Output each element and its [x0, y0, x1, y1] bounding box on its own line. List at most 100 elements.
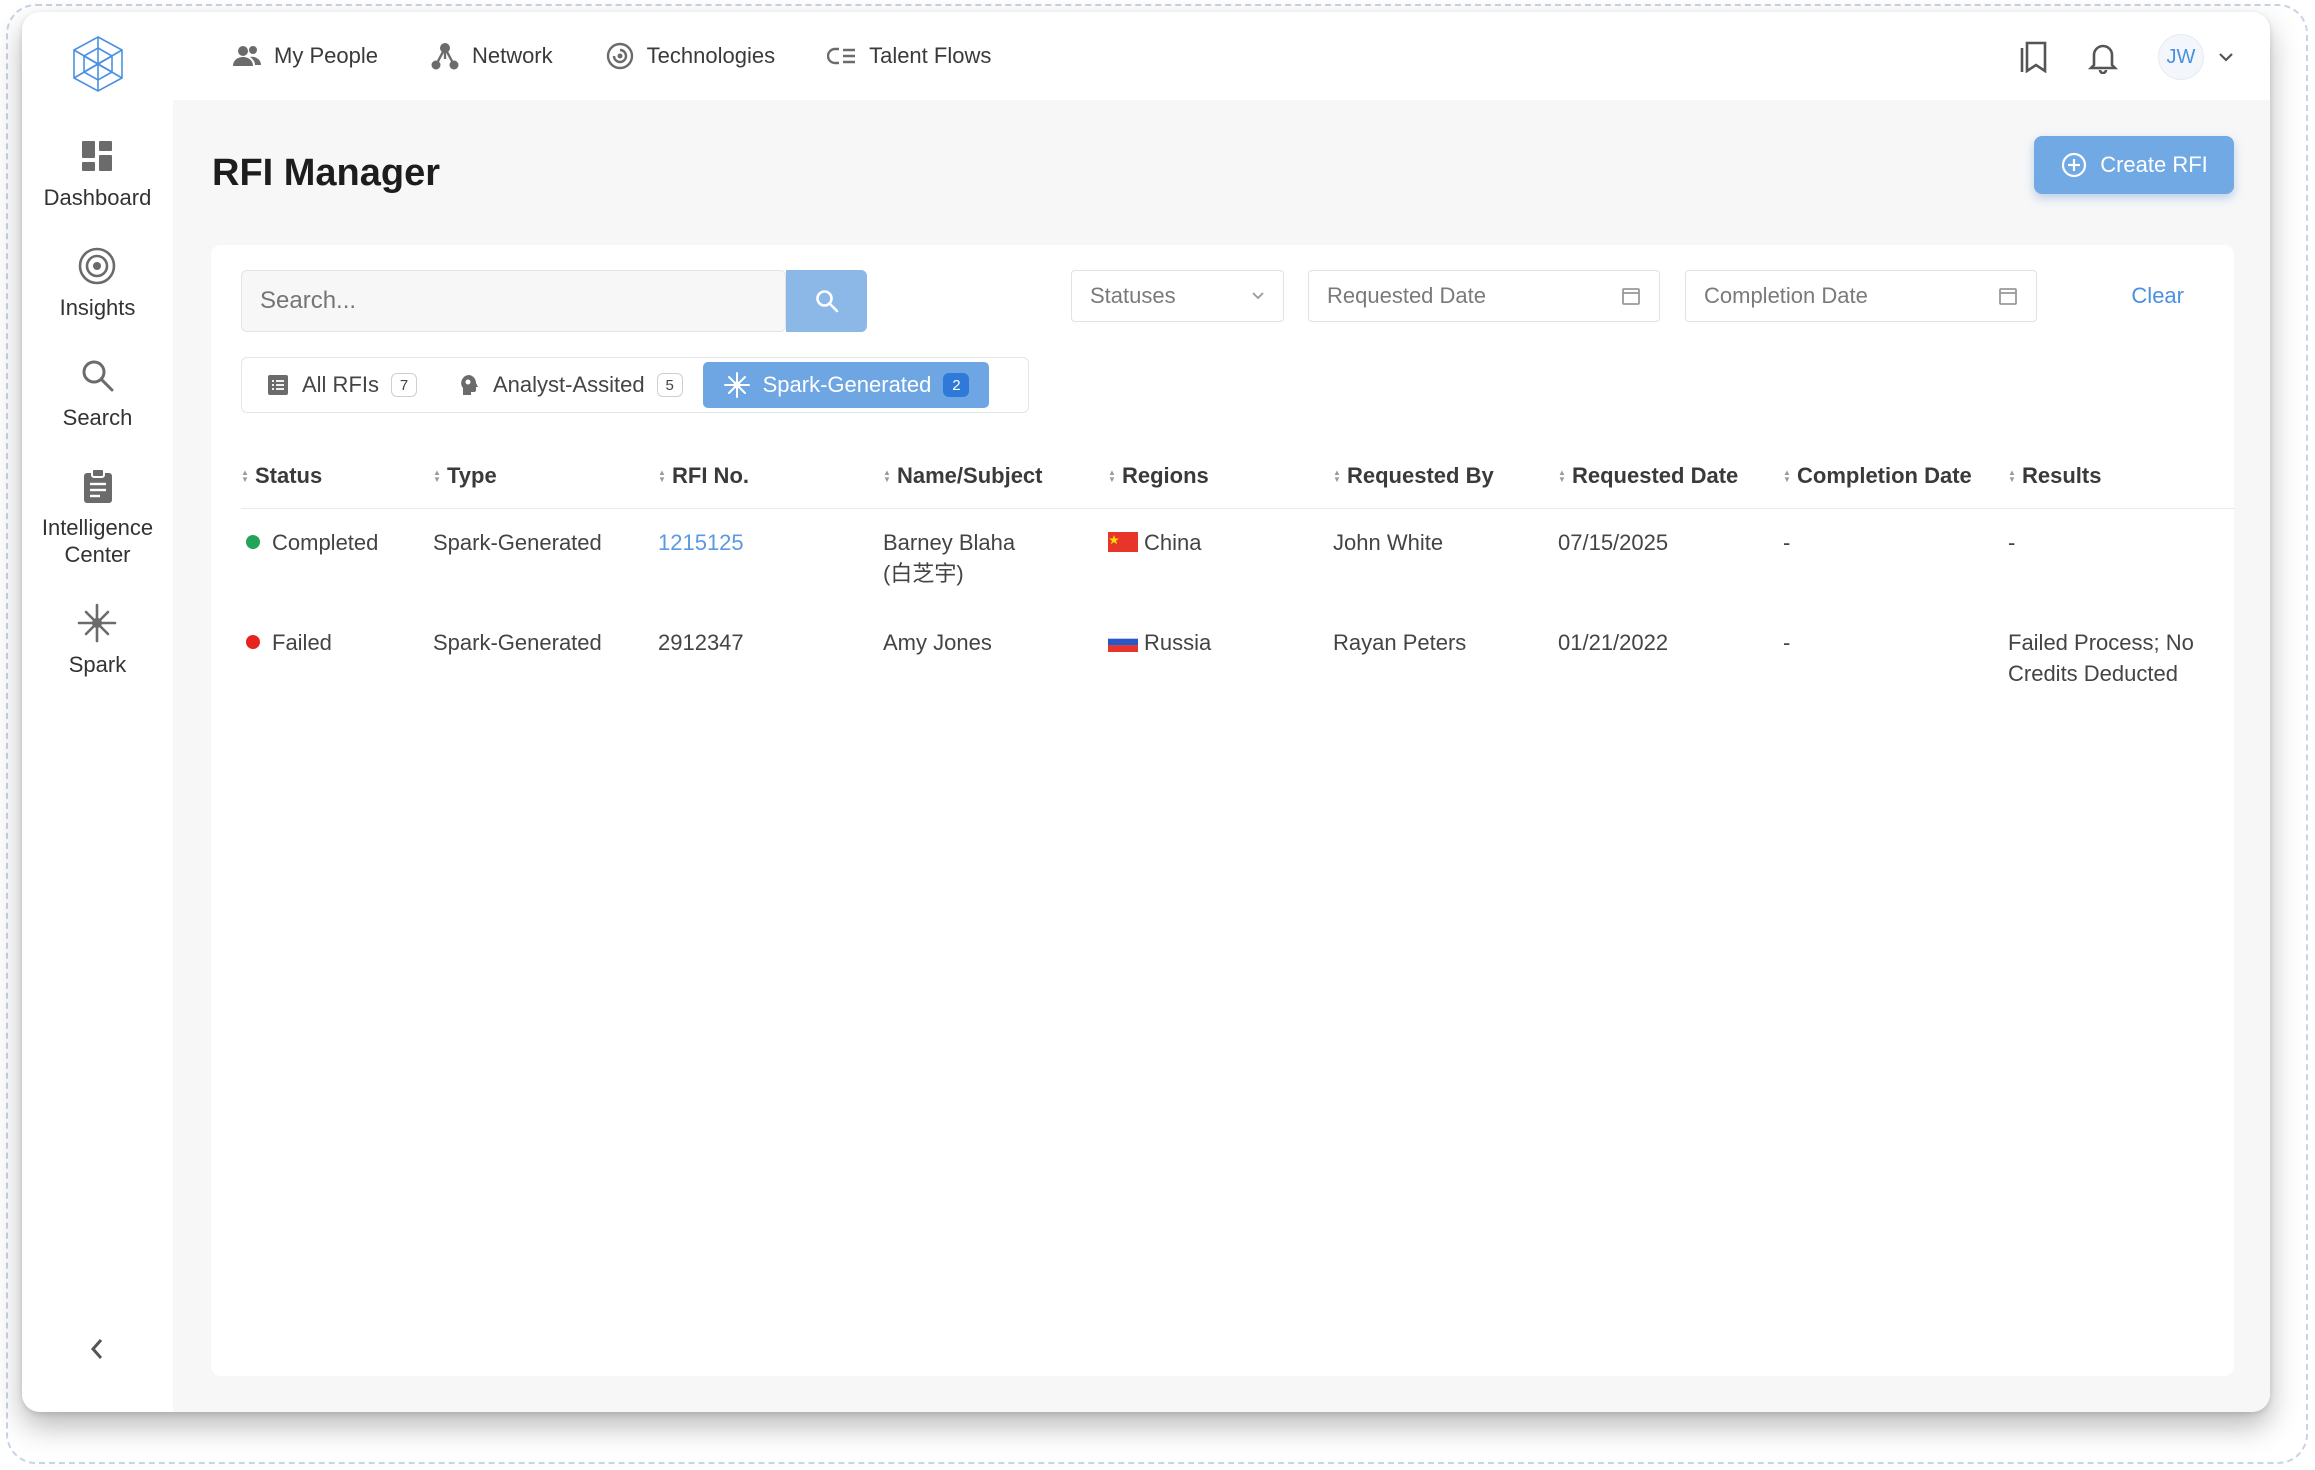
status-cell: Completed: [246, 527, 378, 558]
main-content: RFI Manager Create RFI Statuses Requeste…: [173, 100, 2270, 1412]
calendar-icon: [1622, 288, 1640, 305]
column-header-type[interactable]: ▲ ▼ Type: [433, 463, 497, 489]
page-title: RFI Manager: [212, 152, 441, 194]
statuses-select-value: Statuses: [1090, 283, 1176, 308]
sidebar-item-label: Insights: [59, 295, 136, 320]
logo-icon[interactable]: [69, 34, 127, 94]
status-dot: [246, 535, 260, 550]
requested-date-picker[interactable]: Requested Date: [1308, 270, 1660, 322]
clipboard-icon: [78, 466, 118, 506]
column-header-rfi-no[interactable]: ▲ ▼ RFI No.: [658, 463, 749, 489]
sort-icon: ▲ ▼: [883, 468, 891, 484]
requested-by-cell: Rayan Peters: [1333, 630, 1467, 655]
region-text: Russia: [1144, 630, 1212, 655]
nav-label: Talent Flows: [869, 43, 992, 68]
results-line: Credits Deducted: [2008, 661, 2178, 686]
status-cell: Failed: [246, 627, 332, 658]
sidebar-item-label: Spark: [68, 652, 127, 677]
search-icon: [78, 356, 118, 396]
plus-circle-icon: [2062, 152, 2087, 178]
dashboard-icon: [77, 136, 117, 176]
sidebar-item-spark[interactable]: Spark: [69, 603, 126, 678]
nav-label: Technologies: [646, 43, 776, 68]
name-line: Amy Jones: [883, 630, 992, 655]
table-header: ▲ ▼ Status ▲ ▼ Type ▲ ▼ RFI No. ▲ ▼ Name/Subject…: [241, 449, 2234, 509]
column-header-requested-by[interactable]: ▲ ▼ Requested By: [1333, 463, 1494, 489]
network-icon: [431, 43, 459, 70]
talent-flows-icon: [827, 47, 856, 65]
avatar: JW: [2158, 34, 2204, 80]
type-cell: Spark-Generated: [433, 530, 602, 555]
results-line: Failed Process; No: [2008, 630, 2194, 655]
tab-label: Analyst-Assited: [493, 372, 645, 397]
status-dot: [246, 635, 260, 650]
region-cell: China: [1108, 527, 1201, 558]
sort-icon: ▲ ▼: [1108, 468, 1116, 484]
column-header-completion-date[interactable]: ▲ ▼ Completion Date: [1783, 463, 1972, 489]
tab-label: Spark-Generated: [762, 372, 932, 397]
bookmarks-icon[interactable]: [2018, 40, 2048, 74]
requested-date-placeholder: Requested Date: [1327, 283, 1486, 308]
column-label: Completion Date: [1797, 463, 1972, 488]
status-text: Completed: [272, 530, 379, 555]
column-header-name-subject[interactable]: ▲ ▼ Name/Subject: [883, 463, 1043, 489]
search-button[interactable]: [786, 270, 867, 332]
nav-label: My People: [274, 43, 378, 68]
requested-by-cell: John White: [1333, 530, 1444, 555]
name-line: (白芝宇): [883, 561, 964, 586]
completion-date-picker[interactable]: Completion Date: [1685, 270, 2037, 322]
chevron-down-icon: [1252, 292, 1264, 300]
nav-item-network[interactable]: Network: [430, 41, 553, 71]
column-label: RFI No.: [672, 463, 749, 488]
search-input[interactable]: [241, 270, 786, 332]
name-cell: Barney Blaha (白芝宇): [883, 527, 1015, 589]
statuses-select[interactable]: Statuses: [1071, 270, 1284, 322]
column-label: Name/Subject: [897, 463, 1043, 488]
tab-spark-generated[interactable]: Spark-Generated 2: [702, 362, 990, 408]
sidebar-item-dashboard[interactable]: Dashboard: [43, 136, 152, 211]
sidebar: Dashboard Insights Search Intelligence C…: [22, 12, 173, 1412]
sidebar-item-search[interactable]: Search: [63, 356, 132, 431]
column-header-results[interactable]: ▲ ▼ Results: [2008, 463, 2101, 489]
nav-item-technologies[interactable]: Technologies: [605, 41, 775, 71]
create-rfi-button[interactable]: Create RFI: [2034, 136, 2234, 194]
nav-label: Network: [471, 43, 553, 68]
requested-date-cell: 01/21/2022: [1558, 630, 1669, 655]
tab-all-rfis[interactable]: All RFIs 7: [246, 362, 437, 408]
sidebar-item-intelligence-center[interactable]: Intelligence Center: [38, 466, 158, 568]
create-rfi-label: Create RFI: [2100, 152, 2208, 177]
region-cell: Russia: [1108, 627, 1211, 658]
clear-filters-link[interactable]: Clear: [2131, 283, 2184, 309]
collapse-sidebar-button[interactable]: [82, 1334, 112, 1364]
tab-label: All RFIs: [302, 372, 379, 397]
completion-date-placeholder: Completion Date: [1704, 283, 1868, 308]
column-header-regions[interactable]: ▲ ▼ Regions: [1108, 463, 1209, 489]
rfi-tabs: All RFIs 7 Analyst-Assited 5 Spark-Gener…: [241, 357, 1029, 413]
rfi-number-link[interactable]: 1215125: [658, 527, 744, 558]
sidebar-item-insights[interactable]: Insights: [59, 246, 136, 321]
column-label: Results: [2022, 463, 2102, 488]
rfi-panel: Statuses Requested Date Completion Date …: [211, 245, 2234, 1376]
tab-analyst-assisted[interactable]: Analyst-Assited 5: [437, 362, 703, 408]
completion-date-cell: -: [1783, 630, 1791, 655]
sort-icon: ▲ ▼: [1333, 468, 1341, 484]
column-label: Regions: [1122, 463, 1209, 488]
tab-count-badge: 7: [391, 373, 417, 397]
sidebar-item-label: Dashboard: [43, 185, 152, 210]
rfi-number-cell: 2912347: [658, 630, 744, 655]
column-label: Type: [447, 463, 497, 488]
user-menu[interactable]: JW: [2158, 34, 2234, 80]
people-icon: [233, 46, 261, 66]
nav-item-talent-flows[interactable]: Talent Flows: [827, 41, 991, 71]
sort-icon: ▲ ▼: [658, 468, 666, 484]
sort-icon: ▲ ▼: [1558, 468, 1566, 484]
nav-item-my-people[interactable]: My People: [232, 41, 378, 71]
chevron-down-icon: [2219, 53, 2233, 62]
column-header-status[interactable]: ▲ ▼ Status: [241, 463, 322, 489]
chevron-left-icon: [90, 1339, 103, 1359]
china-flag-icon: [1108, 532, 1138, 553]
column-header-requested-date[interactable]: ▲ ▼ Requested Date: [1558, 463, 1738, 489]
spark-icon: [77, 603, 117, 643]
bell-icon[interactable]: [2088, 40, 2118, 74]
status-text: Failed: [272, 630, 332, 655]
